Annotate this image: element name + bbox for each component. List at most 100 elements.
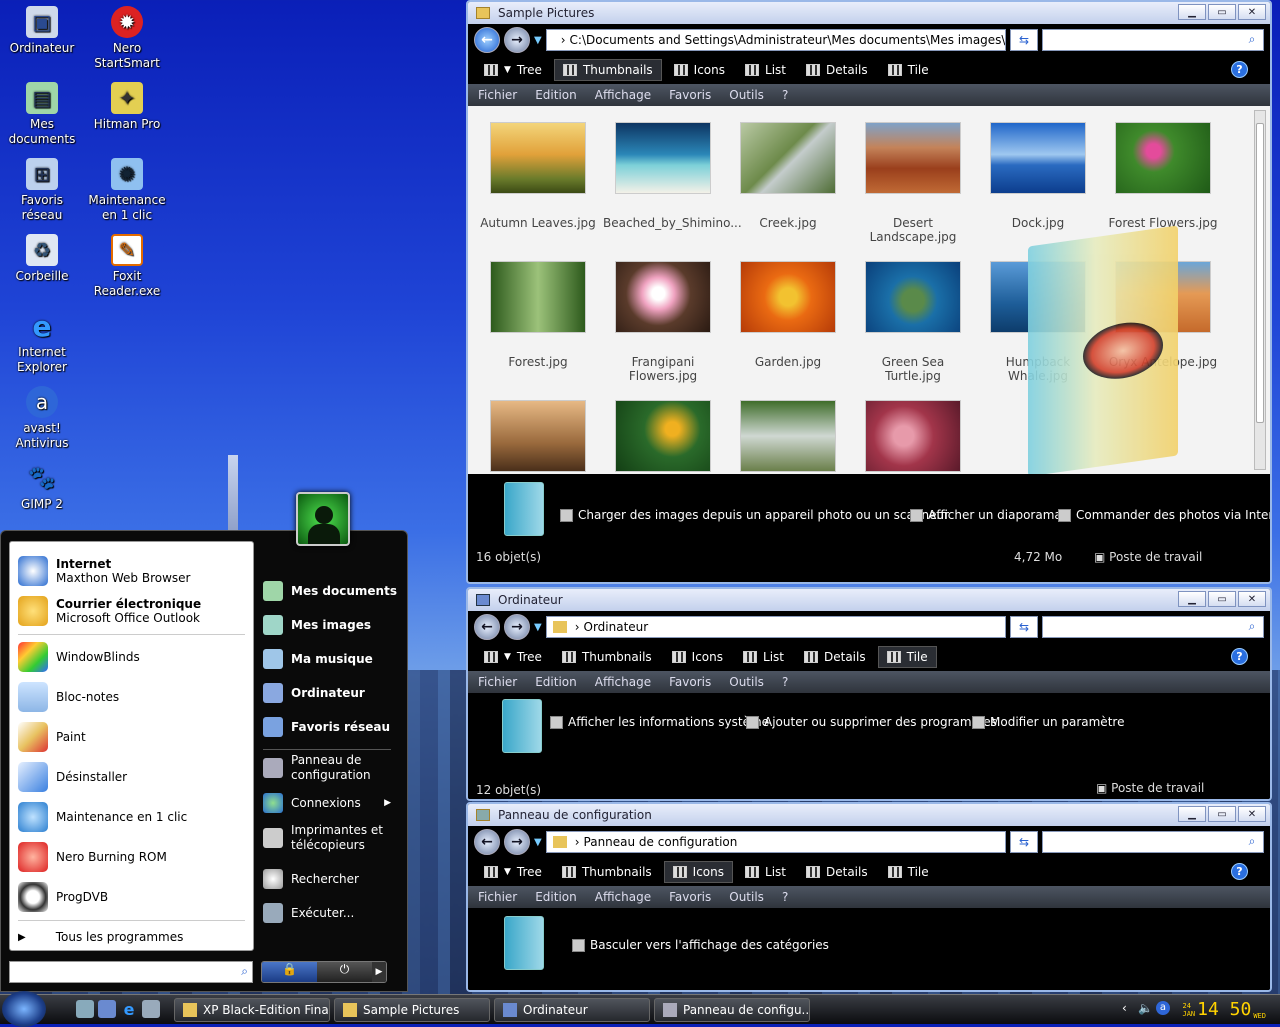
thumbnail-item[interactable]: Desert Landscape.jpg: [853, 122, 973, 244]
maximize-button[interactable]: ▭: [1208, 806, 1236, 822]
task-sysinfo[interactable]: Afficher les informations système: [550, 715, 769, 729]
taskbar-button-xp-black-edition[interactable]: XP Black-Edition Final: [174, 998, 330, 1022]
thumbnails-button[interactable]: Thumbnails: [554, 861, 660, 883]
menu-fichier[interactable]: Fichier: [478, 88, 517, 102]
thumbnail-item[interactable]: Creek.jpg: [728, 122, 848, 230]
thumbnail-item[interactable]: Dock.jpg: [978, 122, 1098, 230]
search-icon[interactable]: ⌕: [241, 964, 248, 979]
address-field[interactable]: › C:\Documents and Settings\Administrate…: [545, 29, 1006, 51]
desktop-icon-maintenance[interactable]: ✺ Maintenance en 1 clic: [85, 158, 169, 223]
chevron-down-icon[interactable]: ▼: [534, 837, 542, 848]
back-button[interactable]: ←: [474, 829, 500, 855]
taskbar-button-ordinateur[interactable]: Ordinateur: [494, 998, 650, 1022]
window-panneau-de-configuration[interactable]: Panneau de configuration ▁ ▭ ✕ ← → ▼ › P…: [466, 802, 1272, 992]
user-avatar[interactable]: [296, 492, 350, 546]
start-button[interactable]: [2, 991, 46, 1027]
scrollbar[interactable]: [1254, 110, 1266, 470]
internet-explorer-quicklaunch-icon[interactable]: e: [120, 1000, 138, 1019]
desktop-icon-foxit-reader[interactable]: ✎ Foxit Reader.exe: [85, 234, 169, 299]
chevron-down-icon[interactable]: ▼: [534, 35, 542, 46]
window-sample-pictures[interactable]: Sample Pictures ▁ ▭ ✕ ← → ▼ › C:\Documen…: [466, 0, 1272, 584]
thumbnail-item[interactable]: Garden.jpg: [728, 261, 848, 369]
close-button[interactable]: ✕: [1238, 591, 1266, 607]
thumbnail-item[interactable]: Frangipani Flowers.jpg: [603, 261, 723, 383]
clock[interactable]: 24 JAN 14 50 WED: [1183, 999, 1267, 1020]
help-icon[interactable]: ?: [1231, 648, 1248, 665]
start-search-input[interactable]: ⌕: [9, 961, 253, 983]
desktop-icon-favoris-reseau[interactable]: ⊞ Favoris réseau: [0, 158, 84, 223]
back-button[interactable]: ←: [474, 614, 500, 640]
menu-favoris[interactable]: Favoris: [669, 890, 711, 904]
start-right-mes-documents[interactable]: Mes documents: [263, 581, 397, 601]
refresh-button[interactable]: ⇆: [1010, 29, 1038, 51]
power-options-button[interactable]: ▶: [372, 962, 386, 982]
start-right-panneau[interactable]: Panneau de configuration: [263, 753, 393, 783]
task-order[interactable]: Commander des photos via Internet: [1058, 508, 1270, 522]
switch-windows-icon[interactable]: [142, 1000, 160, 1018]
start-item-maintenance[interactable]: Maintenance en 1 clic: [18, 802, 187, 832]
start-item-nero[interactable]: Nero Burning ROM: [18, 842, 167, 872]
menu-help[interactable]: ?: [782, 675, 788, 689]
forward-button[interactable]: →: [504, 829, 530, 855]
minimize-button[interactable]: ▁: [1178, 4, 1206, 20]
desktop-icon-nero-startsmart[interactable]: ✹ Nero StartSmart: [85, 6, 169, 71]
task-camera[interactable]: Charger des images depuis un appareil ph…: [560, 508, 949, 522]
menu-help[interactable]: ?: [782, 890, 788, 904]
details-button[interactable]: Details: [798, 861, 876, 883]
desktop-icon-corbeille[interactable]: ♻ Corbeille: [0, 234, 84, 284]
title-bar[interactable]: Ordinateur ▁ ▭ ✕: [468, 589, 1270, 611]
start-item-internet[interactable]: Internet Maxthon Web Browser: [18, 556, 190, 586]
menu-outils[interactable]: Outils: [729, 88, 764, 102]
search-input[interactable]: ⌕: [1042, 616, 1264, 638]
desktop-icon-ordinateur[interactable]: ▣ Ordinateur: [0, 6, 84, 56]
icons-button[interactable]: Icons: [666, 59, 733, 81]
start-right-executer[interactable]: Exécuter...: [263, 903, 354, 923]
scrollbar-thumb[interactable]: [1256, 123, 1264, 423]
tree-button[interactable]: ▼ Tree: [476, 646, 550, 668]
thumbnails-button[interactable]: Thumbnails: [553, 59, 662, 81]
start-item-paint[interactable]: Paint: [18, 722, 86, 752]
icons-button[interactable]: Icons: [664, 646, 731, 668]
maximize-button[interactable]: ▭: [1208, 591, 1236, 607]
thumbnails-button[interactable]: Thumbnails: [554, 646, 660, 668]
thumbnail-item[interactable]: Forest Flowers.jpg: [1103, 122, 1223, 230]
tree-button[interactable]: ▼ Tree: [476, 861, 550, 883]
start-item-progdvb[interactable]: ProgDVB: [18, 882, 108, 912]
tile-button[interactable]: Tile: [880, 861, 937, 883]
tile-button[interactable]: Tile: [877, 646, 937, 668]
power-button[interactable]: ⏻: [317, 962, 372, 982]
refresh-button[interactable]: ⇆: [1010, 831, 1038, 853]
thumbnail-item[interactable]: Beached_by_Shimino...: [603, 122, 742, 230]
menu-outils[interactable]: Outils: [729, 890, 764, 904]
start-right-ma-musique[interactable]: Ma musique: [263, 649, 373, 669]
menu-help[interactable]: ?: [782, 88, 788, 102]
icons-button[interactable]: Icons: [663, 861, 734, 883]
minimize-button[interactable]: ▁: [1178, 806, 1206, 822]
start-item-bloc-notes[interactable]: Bloc-notes: [18, 682, 119, 712]
list-button[interactable]: List: [737, 59, 794, 81]
lock-button[interactable]: 🔒: [262, 962, 317, 982]
thumbnail-item[interactable]: Green Sea Turtle.jpg: [853, 261, 973, 383]
minimize-button[interactable]: ▁: [1178, 591, 1206, 607]
menu-affichage[interactable]: Affichage: [595, 675, 651, 689]
task-setting[interactable]: Modifier un paramètre: [972, 715, 1124, 729]
maximize-button[interactable]: ▭: [1208, 4, 1236, 20]
search-icon[interactable]: ⌕: [1243, 32, 1261, 48]
menu-fichier[interactable]: Fichier: [478, 890, 517, 904]
all-programs-button[interactable]: ▶ Tous les programmes: [18, 930, 183, 944]
show-desktop-icon[interactable]: [76, 1000, 94, 1018]
computer-quicklaunch-icon[interactable]: [98, 1000, 116, 1018]
close-button[interactable]: ✕: [1238, 4, 1266, 20]
address-field[interactable]: › Panneau de configuration: [545, 831, 1006, 853]
menu-fichier[interactable]: Fichier: [478, 675, 517, 689]
title-bar[interactable]: Sample Pictures ▁ ▭ ✕: [468, 2, 1270, 24]
menu-edition[interactable]: Edition: [535, 88, 577, 102]
desktop-icon-avast[interactable]: a avast! Antivirus: [0, 386, 84, 451]
tree-button[interactable]: ▼ Tree: [476, 59, 550, 81]
search-input[interactable]: ⌕: [1042, 831, 1264, 853]
start-right-rechercher[interactable]: Rechercher: [263, 869, 359, 889]
start-item-desinstaller[interactable]: Désinstaller: [18, 762, 127, 792]
start-right-connexions[interactable]: Connexions ▶: [263, 793, 391, 813]
taskbar-button-sample-pictures[interactable]: Sample Pictures: [334, 998, 490, 1022]
refresh-button[interactable]: ⇆: [1010, 616, 1038, 638]
